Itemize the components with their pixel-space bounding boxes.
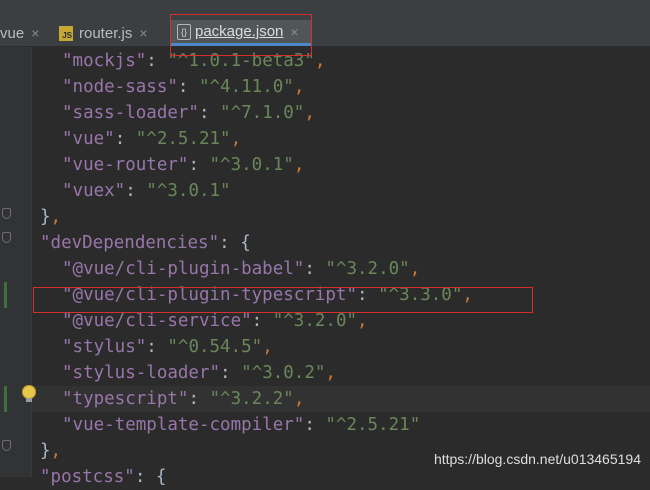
json-value: "^3.0.1" — [209, 155, 294, 175]
json-value: "^2.5.21" — [135, 129, 231, 149]
watermark: https://blog.csdn.net/u013465194 — [433, 451, 641, 467]
json-value: "^3.0.1" — [146, 181, 231, 201]
fold-marker-icon[interactable] — [2, 208, 11, 219]
code-line[interactable]: "vue-router": "^3.0.1", — [62, 152, 304, 178]
code-line[interactable]: "devDependencies": { — [40, 230, 251, 256]
tab-router-js[interactable]: JS router.js × — [59, 20, 163, 46]
json-key: "postcss" — [40, 467, 135, 487]
json-value: "^0.54.5" — [167, 337, 263, 357]
json-value: "^3.0.2" — [241, 363, 326, 383]
editor-gutter — [0, 47, 31, 477]
code-line[interactable]: }, — [40, 204, 61, 230]
json-key: "@vue/cli-plugin-babel" — [62, 259, 305, 279]
json-key: "vue-template-compiler" — [62, 415, 305, 435]
json-value: "^4.11.0" — [198, 77, 294, 97]
code-line[interactable]: "sass-loader": "^7.1.0", — [62, 100, 315, 126]
close-icon[interactable]: × — [31, 25, 39, 41]
tab-vue[interactable]: vue × — [0, 20, 46, 46]
json-key: "node-sass" — [62, 77, 178, 97]
json-value: "^7.1.0" — [220, 103, 305, 123]
json-key: "typescript" — [62, 389, 189, 409]
code-line[interactable]: "node-sass": "^4.11.0", — [62, 74, 304, 100]
code-line[interactable]: "vuex": "^3.0.1" — [62, 178, 231, 204]
annotation-box-tab — [170, 14, 312, 56]
js-file-icon: JS — [59, 25, 73, 41]
code-line[interactable]: "vue-template-compiler": "^2.5.21" — [62, 412, 420, 438]
json-key: "devDependencies" — [40, 233, 220, 253]
annotation-box-line — [33, 287, 533, 313]
change-marker — [4, 386, 7, 412]
tab-label: router.js — [79, 24, 133, 42]
json-key: "mockjs" — [62, 51, 147, 71]
json-key: "vue" — [62, 129, 115, 149]
json-key: "vue-router" — [62, 155, 189, 175]
json-key: "@vue/cli-service" — [62, 311, 252, 331]
change-marker — [4, 282, 7, 308]
json-value: "^3.2.2" — [209, 389, 294, 409]
json-key: "stylus-loader" — [62, 363, 221, 383]
code-line[interactable]: "typescript": "^3.2.2", — [62, 386, 304, 412]
json-key: "vuex" — [62, 181, 126, 201]
intention-bulb-icon[interactable] — [22, 385, 36, 402]
editor-tab-bar: vue × JS router.js × {} package.json × — [0, 0, 650, 47]
json-value: "^3.2.0" — [325, 259, 410, 279]
code-line[interactable]: "postcss": { — [40, 464, 166, 490]
code-line[interactable]: "stylus": "^0.54.5", — [62, 334, 273, 360]
fold-marker-icon[interactable] — [2, 440, 11, 451]
json-value: "^3.2.0" — [272, 311, 358, 331]
code-line[interactable]: "@vue/cli-plugin-babel": "^3.2.0", — [62, 256, 420, 282]
json-key: "sass-loader" — [62, 103, 199, 123]
gutter-divider — [31, 47, 32, 477]
close-icon[interactable]: × — [139, 25, 147, 41]
code-line[interactable]: "stylus-loader": "^3.0.2", — [62, 360, 336, 386]
json-key: "stylus" — [62, 337, 147, 357]
code-line[interactable]: "vue": "^2.5.21", — [62, 126, 241, 152]
code-line[interactable]: }, — [40, 438, 61, 464]
tab-label: vue — [0, 24, 25, 42]
fold-marker-icon[interactable] — [2, 232, 11, 243]
json-value: "^2.5.21" — [325, 415, 421, 435]
